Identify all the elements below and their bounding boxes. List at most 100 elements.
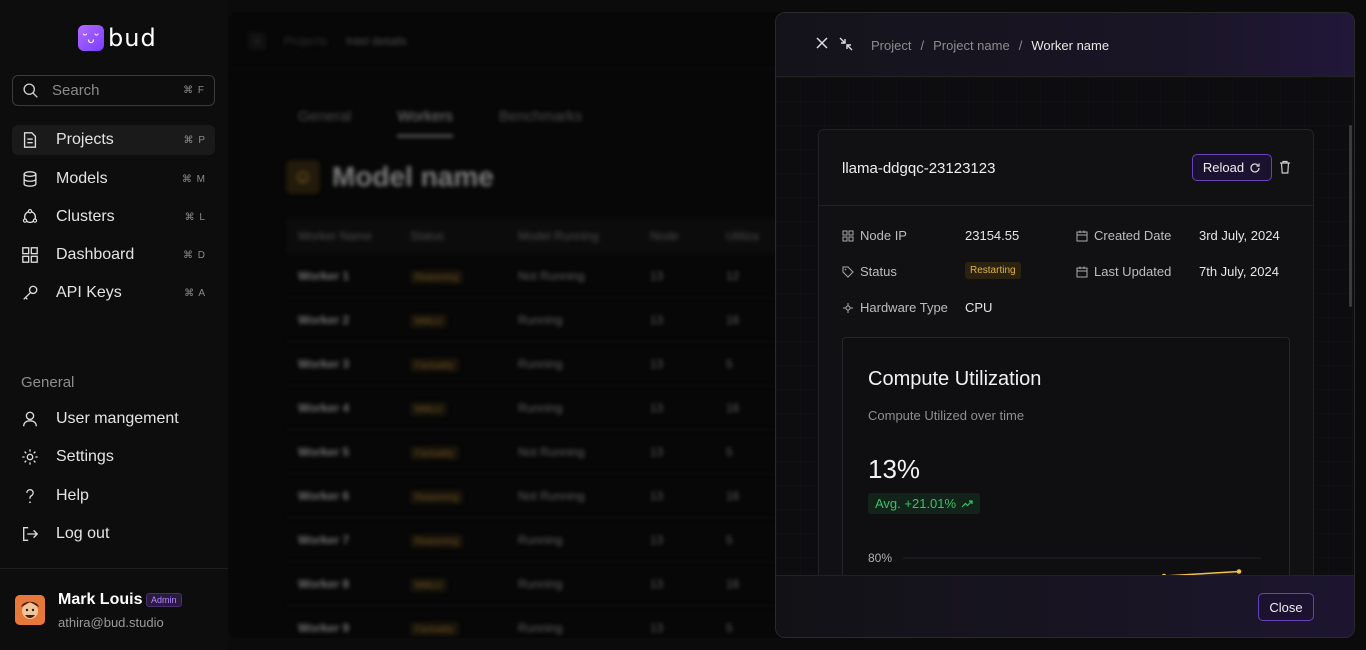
sidebar-item-dashboard[interactable]: Dashboard ⌘ D	[12, 240, 215, 270]
user-profile[interactable]: Mark Louis Admin athira@bud.studio	[0, 568, 228, 650]
chart-subtitle: Compute Utilized over time	[868, 408, 1025, 423]
status-tag: Reasoning	[410, 269, 464, 284]
sidebar-item-projects[interactable]: Projects ⌘ P	[12, 125, 215, 155]
close-icon[interactable]	[814, 35, 830, 51]
field-label: Last Updated	[1094, 264, 1172, 279]
logout-icon	[23, 527, 39, 541]
user-icon	[23, 411, 37, 427]
worker-detail-drawer: Project / Project name / Worker name lla…	[775, 12, 1355, 638]
collapse-icon[interactable]	[838, 36, 854, 52]
field-label: Node IP	[860, 228, 907, 243]
sidebar-item-label: Help	[56, 487, 89, 504]
calendar-icon	[1076, 266, 1088, 277]
node-ip-value: 23154.55	[965, 228, 1020, 243]
breadcrumb-project[interactable]: Project	[871, 38, 911, 53]
tab-general[interactable]: General	[298, 108, 351, 137]
breadcrumb: Project / Project name / Worker name	[871, 38, 1109, 53]
gear-icon	[22, 449, 38, 465]
table-cell: Reasoning	[410, 489, 518, 504]
table-cell: Worker 6	[298, 488, 350, 503]
chart-title: Compute Utilization	[868, 368, 1042, 390]
sidebar: ˘ᴗ˘ bud Search ⌘ F Projects ⌘ P Models ⌘…	[0, 0, 228, 650]
tab-workers[interactable]: Workers	[397, 108, 453, 137]
search-input[interactable]: Search ⌘ F	[12, 75, 215, 106]
grid-icon	[22, 247, 38, 263]
refresh-icon	[1250, 162, 1260, 173]
shortcut-hint: ⌘ A	[184, 287, 206, 299]
shortcut-hint: ⌘ D	[183, 249, 206, 261]
search-placeholder: Search	[52, 82, 100, 99]
tabs: General Workers Benchmarks	[298, 108, 582, 137]
table-cell: Reasoning	[410, 533, 518, 548]
table-cell: Running	[518, 620, 563, 635]
sidebar-item-clusters[interactable]: Clusters ⌘ L	[12, 202, 215, 232]
sidebar-item-models[interactable]: Models ⌘ M	[12, 164, 215, 194]
table-cell: Running	[518, 576, 563, 591]
sidebar-item-help[interactable]: Help	[12, 481, 215, 511]
database-icon	[23, 171, 37, 187]
table-cell: MMLU	[410, 313, 518, 328]
status-tag: MMLU	[410, 577, 447, 592]
shortcut-hint: ⌘ M	[181, 173, 206, 185]
data-point[interactable]	[1236, 569, 1242, 574]
average-change-badge: Avg. +21.01%	[868, 493, 981, 514]
trash-icon[interactable]	[1279, 160, 1291, 174]
logo-mascot-icon: ˘ᴗ˘	[78, 25, 104, 51]
table-cell: Running	[518, 312, 563, 327]
table-cell: 13	[650, 620, 664, 635]
back-icon[interactable]: ‹	[248, 32, 266, 50]
scrollbar[interactable]	[1349, 125, 1352, 307]
compute-utilization-card: Compute Utilization Compute Utilized ove…	[842, 337, 1290, 588]
table-cell: 13	[650, 268, 664, 283]
y-tick-label: 80%	[868, 551, 892, 565]
worker-card: llama-ddgqc-23123123 Reload Node IP 2315…	[818, 129, 1314, 589]
drawer-footer: Close	[776, 575, 1354, 637]
breadcrumb-project-name[interactable]: Project name	[933, 38, 1010, 53]
table-cell: Not Running	[518, 268, 585, 283]
table-cell: Reasoning	[410, 269, 518, 284]
table-cell: Factuality	[410, 621, 518, 636]
status-tag: Factuality	[410, 621, 459, 636]
sidebar-item-api-keys[interactable]: API Keys ⌘ A	[12, 278, 215, 308]
table-cell: Not Running	[518, 488, 585, 503]
calendar-icon	[1076, 230, 1088, 241]
status-tag: Factuality	[410, 357, 459, 372]
model-emoji-icon: ☺	[286, 160, 320, 194]
key-icon	[23, 285, 38, 300]
node-ip-label: Node IP	[842, 228, 907, 243]
status-tag: Reasoning	[410, 533, 464, 548]
average-change-text: Avg. +21.01%	[875, 496, 957, 511]
sidebar-item-user-management[interactable]: User mangement	[12, 404, 215, 434]
last-updated-value: 7th July, 2024	[1199, 264, 1279, 279]
reload-button[interactable]: Reload	[1192, 154, 1272, 181]
table-cell: 13	[650, 488, 664, 503]
drawer-header: Project / Project name / Worker name	[776, 13, 1354, 77]
search-icon	[23, 83, 38, 98]
table-cell: Factuality	[410, 445, 518, 460]
drawer-body: llama-ddgqc-23123123 Reload Node IP 2315…	[776, 77, 1354, 589]
column-header: Node	[650, 229, 679, 243]
sidebar-item-logout[interactable]: Log out	[12, 519, 215, 549]
breadcrumb-item[interactable]: Projects	[284, 34, 327, 48]
table-cell: Worker 5	[298, 444, 350, 459]
last-updated-label: Last Updated	[1076, 264, 1171, 279]
brand-logo[interactable]: ˘ᴗ˘ bud	[78, 24, 157, 52]
sidebar-item-settings[interactable]: Settings	[12, 442, 215, 472]
close-button[interactable]: Close	[1258, 593, 1314, 621]
status-tag: MMLU	[410, 313, 447, 328]
tag-icon	[842, 266, 854, 278]
status-tag: Reasoning	[410, 489, 464, 504]
worker-card-header: llama-ddgqc-23123123 Reload	[819, 130, 1313, 206]
table-cell: 13	[650, 400, 664, 415]
table-cell: 13	[650, 576, 664, 591]
tab-benchmarks[interactable]: Benchmarks	[499, 108, 582, 137]
sidebar-item-label: Dashboard	[56, 246, 135, 263]
sidebar-item-label: Models	[56, 170, 108, 187]
status-label: Status	[842, 264, 897, 279]
user-email: athira@bud.studio	[58, 615, 164, 630]
status-badge: Restarting	[965, 262, 1021, 279]
table-cell: Worker 1	[298, 268, 350, 283]
avatar	[15, 595, 45, 625]
model-title-text: Model name	[332, 161, 494, 192]
table-cell: Worker 3	[298, 356, 350, 371]
